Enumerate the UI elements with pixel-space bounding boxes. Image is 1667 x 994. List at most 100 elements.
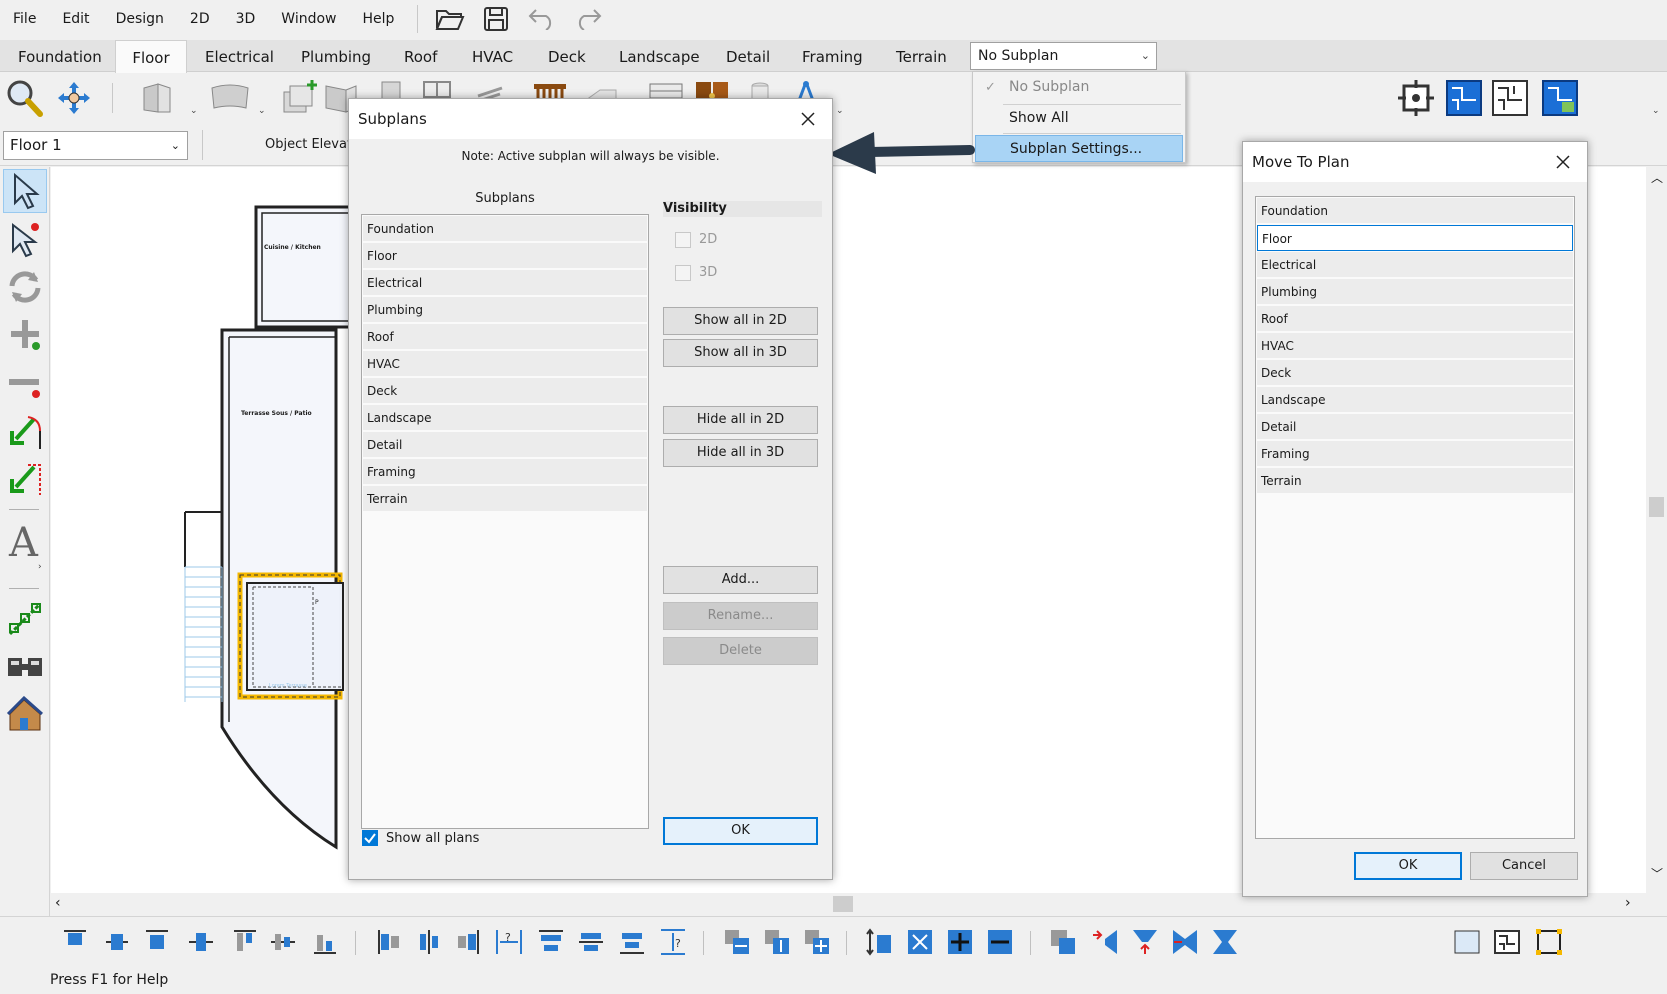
pan-icon[interactable] [54, 78, 94, 118]
list-item[interactable]: Deck [363, 378, 647, 404]
undo-icon[interactable] [524, 1, 560, 37]
select-point-icon[interactable] [3, 217, 47, 261]
tab-terrain[interactable]: Terrain [896, 40, 947, 72]
rotate-icon[interactable] [3, 265, 47, 309]
align-right-icon[interactable] [453, 927, 483, 957]
tab-deck[interactable]: Deck [548, 40, 586, 72]
zoom-icon[interactable] [4, 78, 44, 118]
menu-file[interactable]: File [0, 0, 49, 38]
list-item-selected[interactable]: Floor [1257, 225, 1573, 251]
reflect-down-icon[interactable] [1210, 927, 1240, 957]
match-width-icon[interactable] [722, 927, 752, 957]
align-bottom-icon[interactable] [142, 927, 172, 957]
tab-landscape[interactable]: Landscape [619, 40, 700, 72]
distribute-top-icon[interactable] [536, 927, 566, 957]
fill-horizontal-icon[interactable] [985, 927, 1015, 957]
list-item[interactable]: Roof [1257, 306, 1573, 332]
list-item[interactable]: Landscape [1257, 387, 1573, 413]
reflect-right-icon[interactable] [1170, 927, 1200, 957]
subplan-dropdown[interactable]: No Subplan ⌄ [970, 42, 1157, 70]
align-top-icon[interactable] [60, 927, 90, 957]
list-item[interactable]: Framing [363, 459, 647, 485]
fill-center-icon[interactable] [945, 927, 975, 957]
close-icon[interactable] [1549, 148, 1577, 176]
subplans-list[interactable]: Foundation Floor Electrical Plumbing Roo… [361, 214, 649, 829]
menu-3d[interactable]: 3D [223, 0, 269, 38]
room-add-icon[interactable] [278, 78, 318, 118]
show-all-3d-button[interactable]: Show all in 3D [663, 339, 818, 367]
list-item[interactable]: Plumbing [1257, 279, 1573, 305]
list-item[interactable]: Deck [1257, 360, 1573, 386]
move-cancel-button[interactable]: Cancel [1470, 852, 1578, 880]
floor-plan-view-icon[interactable] [1492, 927, 1522, 957]
layout-view-icon[interactable] [1540, 78, 1580, 118]
match-size-icon[interactable] [802, 927, 832, 957]
menu-edit[interactable]: Edit [49, 0, 102, 38]
hide-all-2d-button[interactable]: Hide all in 2D [663, 406, 818, 434]
chevron-down-icon[interactable]: ⌄ [258, 106, 266, 116]
vertical-scrollbar[interactable]: ︿ ﹀ [1646, 167, 1667, 893]
break-line-icon[interactable] [3, 410, 47, 454]
match-height-icon[interactable] [762, 927, 792, 957]
move-to-plan-list[interactable]: Foundation Floor Electrical Plumbing Roo… [1255, 196, 1575, 839]
visibility-2d-checkbox[interactable] [675, 232, 691, 248]
tab-plumbing[interactable]: Plumbing [301, 40, 371, 72]
text-tool-icon[interactable]: A [3, 519, 47, 563]
plan-view-icon[interactable] [1444, 78, 1484, 118]
hide-all-3d-button[interactable]: Hide all in 3D [663, 439, 818, 467]
layout-page-icon[interactable] [1452, 927, 1482, 957]
menu-window[interactable]: Window [268, 0, 349, 38]
floor-plan-icon[interactable] [1490, 78, 1530, 118]
list-item[interactable]: Electrical [363, 270, 647, 296]
horizontal-scroll-thumb[interactable] [833, 896, 853, 912]
list-item[interactable]: Detail [1257, 414, 1573, 440]
overlap-icon[interactable] [1048, 927, 1078, 957]
close-icon[interactable] [794, 105, 822, 133]
list-item[interactable]: Foundation [1257, 198, 1573, 224]
add-point-icon[interactable] [3, 313, 47, 357]
break-line-alt-icon[interactable] [3, 458, 47, 502]
tab-detail[interactable]: Detail [726, 40, 770, 72]
house-3d-icon[interactable] [3, 693, 47, 737]
select-arrow-icon[interactable] [3, 169, 47, 213]
reflect-left-icon[interactable] [1090, 927, 1120, 957]
select-frame-icon[interactable] [1534, 927, 1564, 957]
list-item[interactable]: Floor [363, 243, 647, 269]
menu-item-subplan-settings[interactable]: Subplan Settings... [975, 135, 1183, 162]
menu-help[interactable]: Help [349, 0, 407, 38]
distribute-bottom-icon[interactable] [617, 927, 647, 957]
save-icon[interactable] [478, 1, 514, 37]
show-all-plans-checkbox[interactable] [362, 830, 378, 846]
center-vertical-icon[interactable] [186, 927, 216, 957]
visibility-3d-checkbox[interactable] [675, 265, 691, 281]
align-left-icon[interactable] [374, 927, 404, 957]
list-item[interactable]: Roof [363, 324, 647, 350]
tab-hvac[interactable]: HVAC [472, 40, 513, 72]
distribute-vertical-icon[interactable]: ? [658, 927, 688, 957]
menu-2d[interactable]: 2D [177, 0, 223, 38]
menu-item-no-subplan[interactable]: ✓ No Subplan [975, 74, 1183, 101]
reflect-up-icon[interactable] [1130, 927, 1160, 957]
align-bottom-edge-icon[interactable] [310, 927, 340, 957]
redo-icon[interactable] [570, 1, 606, 37]
move-ok-button[interactable]: OK [1354, 852, 1462, 880]
menu-design[interactable]: Design [103, 0, 177, 38]
add-subplan-button[interactable]: Add... [663, 566, 818, 594]
scroll-right-icon[interactable]: › [1625, 895, 1631, 911]
chevron-right-icon[interactable]: › [38, 562, 42, 572]
resize-vertical-icon[interactable] [864, 927, 894, 957]
remove-point-icon[interactable] [3, 361, 47, 405]
subplans-ok-button[interactable]: OK [663, 817, 818, 845]
distribute-middle-icon[interactable] [576, 927, 606, 957]
distribute-horizontal-icon[interactable]: ? [494, 927, 524, 957]
tab-framing[interactable]: Framing [802, 40, 863, 72]
scroll-left-icon[interactable]: ‹ [55, 895, 61, 911]
chevron-down-icon[interactable]: ⌄ [190, 106, 198, 116]
camera-tool-icon[interactable] [3, 645, 47, 689]
tab-roof[interactable]: Roof [404, 40, 437, 72]
cad-points-icon[interactable] [3, 597, 47, 641]
list-item[interactable]: Terrain [363, 486, 647, 512]
align-middle-icon[interactable] [102, 927, 132, 957]
align-center-edge-icon[interactable] [268, 927, 298, 957]
rename-subplan-button[interactable]: Rename... [663, 602, 818, 630]
